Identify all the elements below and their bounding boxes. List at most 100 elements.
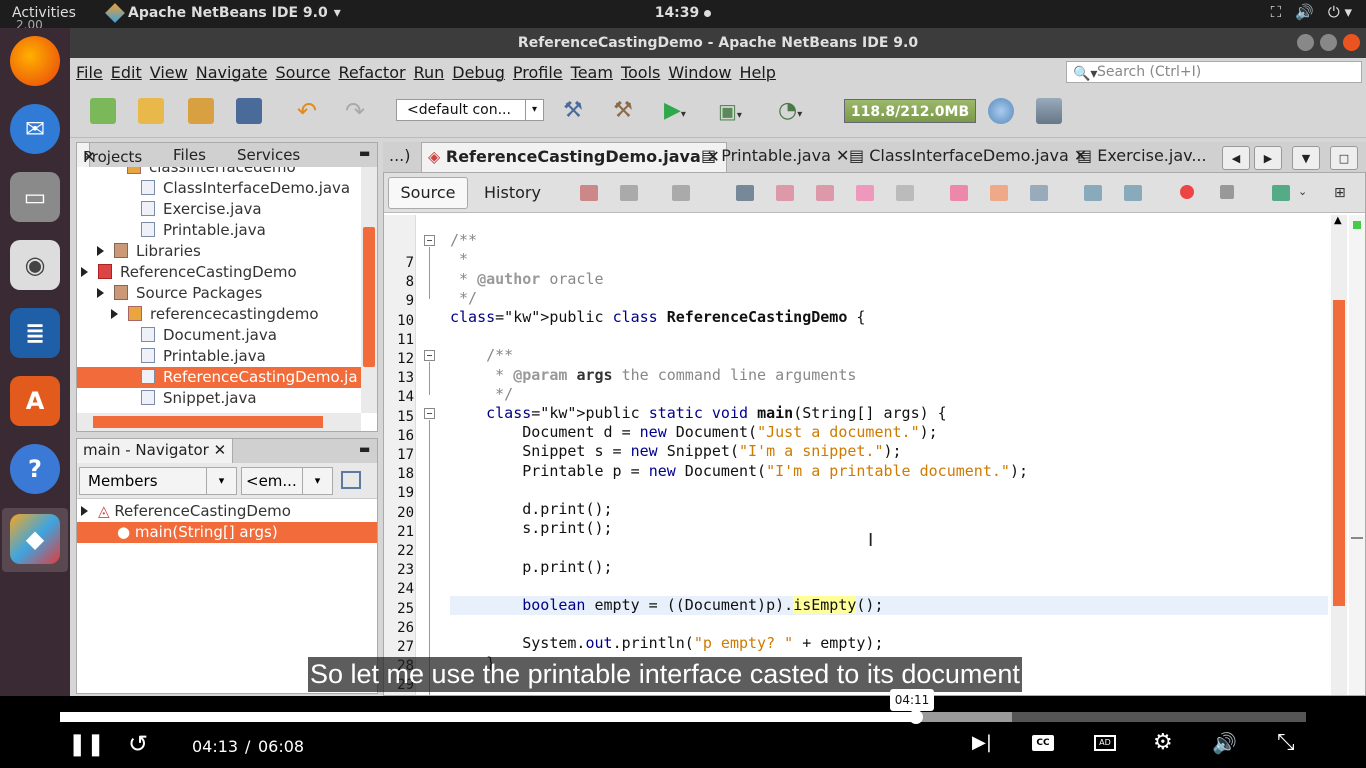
navigator-method-node[interactable]: ● main(String[] args) [77,522,377,543]
help-icon[interactable]: ? [10,444,60,494]
tree-item[interactable]: Exercise.java [77,199,361,220]
scroll-tabs-left-icon[interactable]: ◀ [1222,146,1250,170]
menu-window[interactable]: Window [668,63,731,82]
tree-item[interactable]: ReferenceCastingDemo.ja [77,367,361,388]
snapshot-icon[interactable] [1036,98,1062,124]
captions-icon[interactable]: CC [1032,735,1054,751]
menu-edit[interactable]: Edit [111,63,142,82]
stop-macro-icon[interactable] [1220,185,1234,199]
tab-navigator[interactable]: main - Navigator ✕ [77,439,234,463]
tree-item[interactable]: Source Packages [77,283,361,304]
tab-printable[interactable]: ▤ Printable.java ✕ [701,142,849,172]
navigator-options-icon[interactable] [341,471,361,489]
back-icon[interactable] [620,185,638,201]
tree-item[interactable]: referencecastingdemo [77,304,361,325]
tab-classinterfacedemo[interactable]: ▤ ClassInterfaceDemo.java ✕ [849,142,1087,172]
scroll-thumb[interactable] [93,416,323,428]
debug-icon[interactable]: ▣▾ [718,98,744,124]
clean-build-icon[interactable]: ⚒ [610,98,636,124]
tab-projects[interactable]: Projects ✕ [77,143,142,167]
prev-bookmark-icon[interactable] [950,185,968,201]
expand-icon[interactable] [111,309,118,319]
clock[interactable]: 14:39 [0,5,1366,21]
progress-knob[interactable] [909,710,923,724]
profile-icon[interactable]: ◔▾ [778,98,804,124]
projects-scrollbar-vertical[interactable] [361,167,377,413]
tree-item[interactable]: ClassInterfaceDemo.java [77,178,361,199]
open-project-icon[interactable] [188,98,214,124]
tab-list-icon[interactable]: ▼ [1292,146,1320,170]
configuration-select[interactable]: <default con... ▾ [396,99,544,121]
close-icon[interactable]: ✕ [83,146,96,168]
save-all-icon[interactable] [236,98,262,124]
settings-icon[interactable]: ⚙ [1153,730,1173,755]
netbeans-dock-icon[interactable]: ◆ [10,514,60,564]
firefox-icon[interactable] [10,36,60,86]
close-button[interactable] [1343,34,1360,51]
tab-exercise[interactable]: ▤ Exercise.jav... [1077,142,1207,172]
scroll-thumb[interactable] [1333,300,1345,606]
scroll-thumb[interactable] [363,227,375,367]
next-icon[interactable]: ▶| [972,732,992,753]
menu-view[interactable]: View [150,63,188,82]
projects-scrollbar-horizontal[interactable] [77,413,361,431]
close-icon[interactable]: ✕ [836,146,849,165]
source-button[interactable]: Source [388,177,468,209]
tab-overflow[interactable]: ...) [389,142,411,172]
tree-item[interactable]: Libraries [77,241,361,262]
expand-icon[interactable] [97,288,104,298]
minimize-panel-icon[interactable]: ▬ [359,442,370,456]
expand-toolbar-icon[interactable]: ⊞ [1334,185,1352,201]
system-tray[interactable]: ⛶ 🔊 ⏻ ▾ [1271,3,1352,21]
fold-toggle-icon[interactable] [424,235,435,247]
tab-files[interactable]: Files [173,146,206,164]
code-area[interactable]: /** * * @author oracle */class="kw">publ… [416,215,1328,695]
close-icon[interactable]: ✕ [214,441,227,459]
run-icon[interactable]: ▶▾ [664,98,690,124]
menu-navigate[interactable]: Navigate [196,63,268,82]
redo-icon[interactable]: ↷ [342,98,368,124]
menu-tools[interactable]: Tools [621,63,660,82]
menu-help[interactable]: Help [739,63,775,82]
find-prev-icon[interactable] [776,185,794,201]
menu-source[interactable]: Source [276,63,331,82]
writer-icon[interactable]: ≣ [10,308,60,358]
tree-item[interactable]: Snippet.java [77,388,361,409]
scroll-up-icon[interactable]: ▲ [1334,215,1342,226]
navigator-class-node[interactable]: ◬ ReferenceCastingDemo [77,501,377,522]
menu-profile[interactable]: Profile [513,63,563,82]
find-next-icon[interactable] [816,185,834,201]
tree-item[interactable]: Printable.java [77,346,361,367]
thunderbird-icon[interactable]: ✉ [10,104,60,154]
minimize-button[interactable] [1297,34,1314,51]
shift-left-icon[interactable] [1084,185,1102,201]
scroll-tabs-right-icon[interactable]: ▶ [1254,146,1282,170]
chevron-down-icon[interactable]: ⌄ [1298,185,1316,201]
start-macro-icon[interactable] [1180,185,1194,199]
files-icon[interactable]: ▭ [10,172,60,222]
expand-icon[interactable] [97,246,104,256]
menu-team[interactable]: Team [571,63,613,82]
minimize-panel-icon[interactable]: ▬ [359,146,370,160]
rewind-10-icon[interactable]: ↺ [128,730,148,758]
editor-scrollbar[interactable]: ▲ [1331,215,1347,695]
new-file-icon[interactable] [90,98,116,124]
tab-referencecastingdemo[interactable]: ◈ ReferenceCastingDemo.java ✕ [421,142,727,172]
pause-icon[interactable]: ❚❚ [68,732,105,757]
audio-description-icon[interactable]: AD [1094,735,1116,751]
comment-icon[interactable] [1272,185,1290,201]
search-input[interactable]: 🔍▾ Search (Ctrl+I) [1066,61,1362,83]
toggle-bookmark-icon[interactable] [1030,185,1048,201]
filter-select[interactable]: <em... ▾ [241,467,333,495]
toggle-highlight-icon[interactable] [856,185,874,201]
build-icon[interactable]: ⚒ [560,98,586,124]
members-select[interactable]: Members ▾ [79,467,237,495]
software-center-icon[interactable]: A [10,376,60,426]
expand-icon[interactable] [81,267,88,277]
maximize-editor-icon[interactable]: □ [1330,146,1358,170]
menu-file[interactable]: File [76,63,103,82]
tree-item[interactable]: classinterfacedemo [77,167,361,178]
tree-item[interactable]: Document.java [77,325,361,346]
undo-icon[interactable]: ↶ [294,98,320,124]
shift-right-icon[interactable] [1124,185,1142,201]
